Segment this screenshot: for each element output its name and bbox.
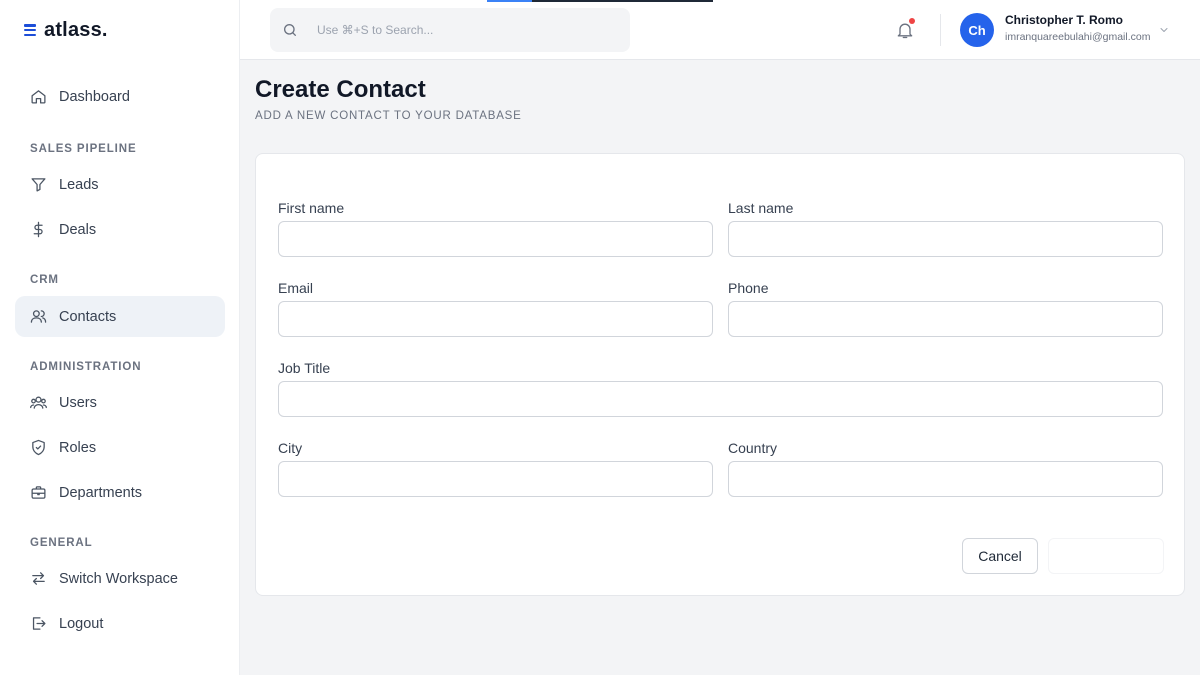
first-name-label: First name bbox=[278, 200, 345, 216]
shield-icon bbox=[30, 439, 47, 456]
contact-form-card: First name Last name Email Phone Job Tit… bbox=[255, 153, 1185, 596]
phone-field[interactable] bbox=[728, 301, 1163, 337]
user-email: imranquareebulahi@gmail.com bbox=[1005, 31, 1151, 43]
cancel-button[interactable]: Cancel bbox=[962, 538, 1038, 574]
sidebar-item-label: Departments bbox=[59, 484, 143, 501]
section-label-administration: ADMINISTRATION bbox=[30, 361, 142, 373]
sidebar-item-label: Leads bbox=[59, 176, 99, 193]
search-icon bbox=[284, 24, 296, 36]
sidebar-item-label: Dashboard bbox=[59, 88, 130, 105]
sidebar-item-label: Contacts bbox=[59, 308, 117, 325]
sidebar-item-departments[interactable]: Departments bbox=[15, 472, 225, 513]
sidebar-item-contacts[interactable]: Contacts bbox=[15, 296, 225, 337]
loading-bar-track bbox=[532, 0, 713, 2]
job-title-label: Job Title bbox=[278, 360, 331, 376]
loading-bar-segment bbox=[487, 0, 532, 2]
last-name-label: Last name bbox=[728, 200, 794, 216]
logo-menu-icon bbox=[24, 24, 36, 36]
notification-dot bbox=[909, 18, 915, 24]
users-icon bbox=[30, 394, 47, 411]
phone-label: Phone bbox=[728, 280, 769, 296]
chevron-down-icon[interactable] bbox=[1158, 24, 1170, 36]
city-field[interactable] bbox=[278, 461, 713, 497]
sidebar-item-label: Roles bbox=[59, 439, 97, 456]
section-label-crm: CRM bbox=[30, 274, 59, 286]
email-label: Email bbox=[278, 280, 314, 296]
sidebar-item-roles[interactable]: Roles bbox=[15, 427, 225, 468]
sidebar-item-label: Deals bbox=[59, 221, 97, 238]
sidebar-item-users[interactable]: Users bbox=[15, 382, 225, 423]
section-label-sales-pipeline: SALES PIPELINE bbox=[30, 143, 137, 155]
submit-button[interactable] bbox=[1048, 538, 1164, 574]
sidebar-item-deals[interactable]: Deals bbox=[15, 209, 225, 250]
section-label-general: GENERAL bbox=[30, 537, 93, 549]
switch-icon bbox=[30, 570, 47, 587]
avatar[interactable]: Ch bbox=[960, 13, 994, 47]
home-icon bbox=[30, 88, 47, 105]
search-input[interactable] bbox=[317, 23, 617, 37]
header-divider bbox=[940, 14, 941, 46]
sidebar: atlass. Dashboard SALES PIPELINE Leads D… bbox=[0, 0, 240, 675]
page-title: Create Contact bbox=[255, 76, 426, 103]
search-box[interactable] bbox=[270, 8, 630, 52]
sidebar-item-switch-workspace[interactable]: Switch Workspace bbox=[15, 558, 225, 599]
logout-icon bbox=[30, 615, 47, 632]
user-name: Christopher T. Romo bbox=[1005, 13, 1124, 27]
notifications-button[interactable] bbox=[895, 18, 915, 41]
country-label: Country bbox=[728, 440, 778, 456]
last-name-field[interactable] bbox=[728, 221, 1163, 257]
page-subtitle: ADD A NEW CONTACT TO YOUR DATABASE bbox=[255, 110, 522, 122]
sidebar-item-label: Switch Workspace bbox=[59, 570, 178, 587]
dollar-icon bbox=[30, 221, 47, 238]
sidebar-item-label: Logout bbox=[59, 615, 104, 632]
job-title-field[interactable] bbox=[278, 381, 1163, 417]
app-logo[interactable]: atlass. bbox=[24, 18, 108, 42]
briefcase-icon bbox=[30, 484, 47, 501]
top-bar: Ch Christopher T. Romo imranquareebulahi… bbox=[240, 0, 1200, 60]
city-label: City bbox=[278, 440, 303, 456]
sidebar-item-label: Users bbox=[59, 394, 97, 411]
sidebar-item-logout[interactable]: Logout bbox=[15, 603, 225, 644]
first-name-field[interactable] bbox=[278, 221, 713, 257]
logo-text: atlass. bbox=[44, 18, 108, 41]
email-field[interactable] bbox=[278, 301, 713, 337]
country-field[interactable] bbox=[728, 461, 1163, 497]
contacts-icon bbox=[30, 308, 47, 325]
sidebar-item-dashboard[interactable]: Dashboard bbox=[15, 76, 225, 117]
sidebar-item-leads[interactable]: Leads bbox=[15, 164, 225, 205]
filter-icon bbox=[30, 176, 47, 193]
